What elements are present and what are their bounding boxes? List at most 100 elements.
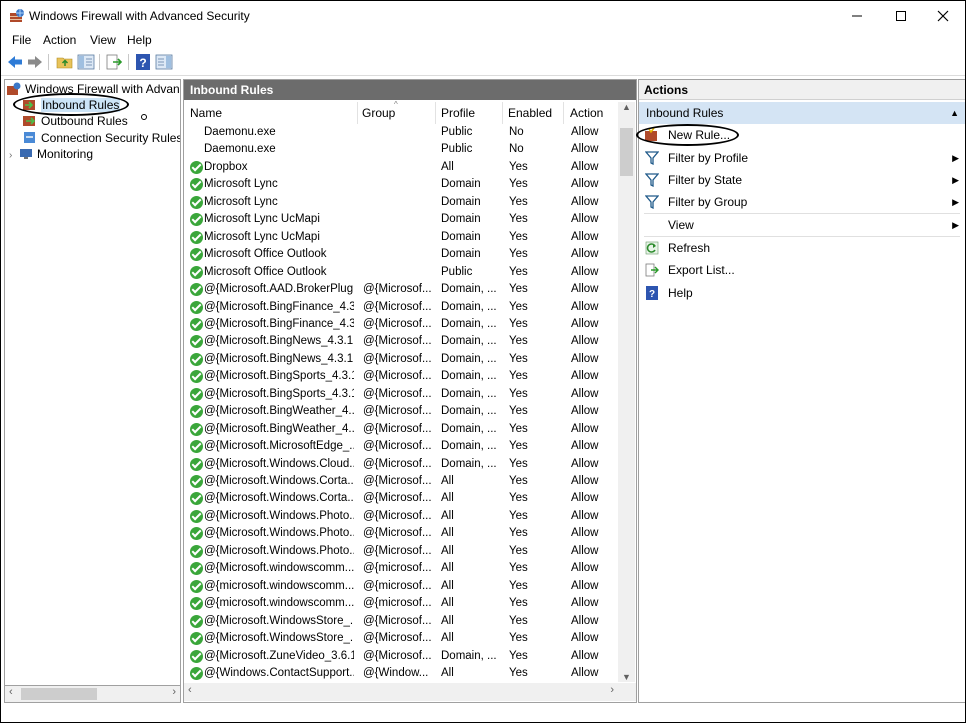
enabled-check-icon (190, 387, 203, 401)
menu-action[interactable]: Action (43, 33, 76, 47)
table-row[interactable]: @{Microsoft.BingWeather_4.... @{Microsof.… (184, 421, 618, 438)
cell-profile: All (441, 492, 454, 505)
table-row[interactable]: Microsoft Lync Domain Yes Allow (184, 176, 618, 193)
show-hide-tree-icon[interactable] (77, 53, 95, 71)
table-row[interactable]: @{Microsoft.BingWeather_4.... @{Microsof.… (184, 403, 618, 420)
back-arrow-icon[interactable] (6, 53, 24, 71)
column-header-enabled[interactable]: Enabled (508, 106, 552, 120)
table-row[interactable]: @{microsoft.windowscomm... @{microsof... A… (184, 595, 618, 612)
table-row[interactable]: Microsoft Office Outlook Public Yes Allow (184, 264, 618, 281)
column-header-profile[interactable]: Profile (441, 106, 475, 120)
table-row[interactable]: @{Microsoft.BingFinance_4.3... @{Microsof… (184, 299, 618, 316)
column-header-action[interactable]: Action (570, 106, 603, 120)
rules-vertical-scrollbar[interactable]: ▲ ▼ (618, 102, 635, 682)
actions-section-header[interactable]: Inbound Rules ▲ (639, 102, 965, 124)
forward-arrow-icon[interactable] (26, 53, 44, 71)
table-row[interactable]: Daemonu.exe Public No Allow (184, 124, 618, 141)
cell-enabled: Yes (509, 230, 528, 243)
cell-name: @{Microsoft.Windows.Corta... (204, 492, 354, 505)
window-title: Windows Firewall with Advanced Security (29, 9, 250, 23)
maximize-button[interactable] (879, 1, 923, 31)
tree-item-label: Outbound Rules (41, 114, 128, 128)
table-row[interactable]: Microsoft Lync UcMapi Domain Yes Allow (184, 211, 618, 228)
action-filter-by-profile[interactable]: Filter by Profile ▶ (639, 148, 965, 168)
cell-name: @{microsoft.windowscomm... (204, 579, 354, 592)
table-row[interactable]: Microsoft Office Outlook Domain Yes Allow (184, 246, 618, 263)
table-row[interactable]: @{Microsoft.Windows.Cloud... @{Microsof..… (184, 456, 618, 473)
collapse-arrow-icon[interactable]: ▲ (950, 102, 959, 124)
cell-group: @{Window... (363, 666, 429, 679)
table-row[interactable]: @{Microsoft.MicrosoftEdge_... @{Microsof.… (184, 438, 618, 455)
table-row[interactable]: @{Microsoft.BingSports_4.3.1... @{Microso… (184, 368, 618, 385)
enabled-check-icon (190, 283, 203, 297)
help-icon[interactable]: ? (134, 53, 152, 71)
cell-name: Daemonu.exe (204, 126, 276, 138)
up-folder-icon[interactable] (56, 53, 74, 71)
column-divider[interactable] (357, 102, 358, 124)
table-row[interactable]: @{Microsoft.Windows.Corta... @{Microsof..… (184, 473, 618, 490)
table-row[interactable]: @{Microsoft.BingSports_4.3.1... @{Microso… (184, 386, 618, 403)
scroll-left-icon[interactable]: ‹ (188, 684, 192, 696)
table-row[interactable]: @{microsoft.windowscomm... @{microsof... A… (184, 578, 618, 595)
action-export-list[interactable]: Export List... (639, 260, 965, 280)
cell-action: Allow (571, 597, 599, 610)
scroll-thumb[interactable] (620, 128, 633, 176)
close-button[interactable] (921, 1, 965, 31)
table-row[interactable]: Microsoft Lync UcMapi Domain Yes Allow (184, 229, 618, 246)
column-header-name[interactable]: Name (190, 106, 222, 120)
menu-help[interactable]: Help (127, 33, 152, 47)
table-row[interactable]: @{Microsoft.windowscomm... @{microsof... A… (184, 560, 618, 577)
rules-pane-title: Inbound Rules (184, 80, 636, 100)
table-row[interactable]: Microsoft Lync Domain Yes Allow (184, 194, 618, 211)
column-divider[interactable] (435, 102, 436, 124)
table-row[interactable]: @{Microsoft.AAD.BrokerPlug... @{Microsof.… (184, 281, 618, 298)
column-divider[interactable] (563, 102, 564, 124)
scroll-right-icon[interactable]: › (172, 686, 176, 698)
table-row[interactable]: @{Microsoft.ZuneVideo_3.6.1... @{Microsof… (184, 648, 618, 665)
actions-pane: Actions Inbound Rules ▲ New Rule... Filt… (638, 79, 965, 703)
scroll-right-icon[interactable]: › (610, 684, 614, 696)
table-row[interactable]: @{Microsoft.WindowsStore_... @{Microsof..… (184, 613, 618, 630)
scroll-left-icon[interactable]: ‹ (9, 686, 13, 698)
table-row[interactable]: @{Microsoft.Windows.Photo... @{Microsof..… (184, 508, 618, 525)
action-help[interactable]: ? Help (639, 283, 965, 303)
table-row[interactable]: @{Microsoft.Windows.Photo... @{Microsof..… (184, 543, 618, 560)
table-row[interactable]: @{Microsoft.Windows.Photo... @{Microsof..… (184, 525, 618, 542)
action-refresh[interactable]: Refresh (639, 238, 965, 258)
highlight-ellipse (636, 124, 739, 146)
toolbar-separator (128, 54, 129, 70)
table-row[interactable]: @{Microsoft.BingNews_4.3.1... @{Microsof.… (184, 333, 618, 350)
tree-horizontal-scrollbar[interactable]: ‹ › (4, 685, 181, 703)
actions-section-label: Inbound Rules (646, 106, 724, 120)
rules-horizontal-scrollbar[interactable]: ‹ › (184, 683, 636, 701)
table-row[interactable]: @{Microsoft.Windows.Corta... @{Microsof..… (184, 490, 618, 507)
cell-action: Allow (571, 632, 599, 645)
table-row[interactable]: @{Microsoft.BingNews_4.3.1... @{Microsof.… (184, 351, 618, 368)
tree-item-connection-security-rules[interactable]: Connection Security Rules (23, 130, 180, 146)
actions-separator (644, 236, 960, 237)
scroll-thumb[interactable] (21, 688, 97, 700)
column-divider[interactable] (502, 102, 503, 124)
table-row[interactable]: @{Microsoft.WindowsStore_... @{Microsof..… (184, 630, 618, 647)
menu-view[interactable]: View (90, 33, 116, 47)
export-list-icon[interactable] (105, 53, 123, 71)
column-header-group[interactable]: Group (362, 106, 395, 120)
scroll-down-icon[interactable]: ▼ (622, 672, 631, 682)
action-filter-by-group[interactable]: Filter by Group ▶ (639, 192, 965, 212)
expand-chevron-icon[interactable]: › (9, 148, 19, 164)
firewall-window: Windows Firewall with Advanced Security … (0, 0, 966, 723)
table-row[interactable]: Dropbox All Yes Allow (184, 159, 618, 176)
table-row[interactable]: @{Microsoft.BingFinance_4.3... @{Microsof… (184, 316, 618, 333)
action-view[interactable]: View ▶ (639, 215, 965, 235)
menu-file[interactable]: File (12, 33, 31, 47)
scroll-up-icon[interactable]: ▲ (622, 102, 631, 112)
action-filter-by-state[interactable]: Filter by State ▶ (639, 170, 965, 190)
tree-item-monitoring[interactable]: › Monitoring (9, 146, 93, 162)
cell-name: @{Microsoft.WindowsStore_... (204, 632, 354, 645)
show-action-pane-icon[interactable] (155, 53, 173, 71)
minimize-button[interactable] (835, 1, 879, 31)
table-row[interactable]: @{Windows.ContactSupport... @{Window... Al… (184, 665, 618, 682)
firewall-app-icon (10, 9, 24, 22)
table-row[interactable]: Daemonu.exe Public No Allow (184, 141, 618, 158)
cell-profile: All (441, 544, 454, 557)
